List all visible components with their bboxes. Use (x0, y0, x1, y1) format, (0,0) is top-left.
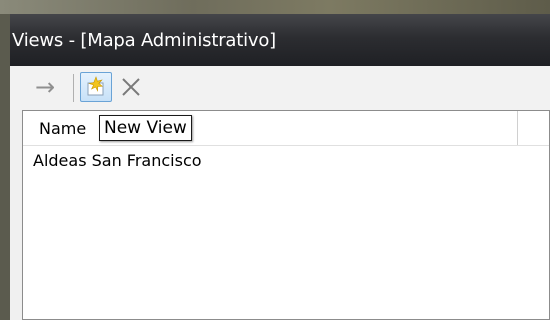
toolbar-separator (73, 74, 74, 102)
delete-button[interactable] (116, 72, 146, 102)
views-list[interactable]: Name New View Aldeas San Francisco (22, 110, 550, 320)
delete-icon (122, 78, 140, 96)
background-strip (0, 0, 550, 14)
title-bar[interactable]: Views - [Mapa Administrativo] (10, 14, 550, 66)
new-view-button[interactable] (80, 72, 112, 102)
column-header-name[interactable]: Name (39, 119, 86, 138)
tooltip: New View (99, 115, 192, 141)
column-divider[interactable] (517, 111, 518, 145)
toolbar: → (10, 66, 550, 110)
window-title: Views - [Mapa Administrativo] (12, 30, 276, 51)
views-window: Views - [Mapa Administrativo] → Name New… (10, 14, 550, 320)
arrow-right-icon[interactable]: → (28, 72, 62, 102)
list-item[interactable]: Aldeas San Francisco (33, 151, 202, 170)
new-view-icon (87, 76, 104, 96)
